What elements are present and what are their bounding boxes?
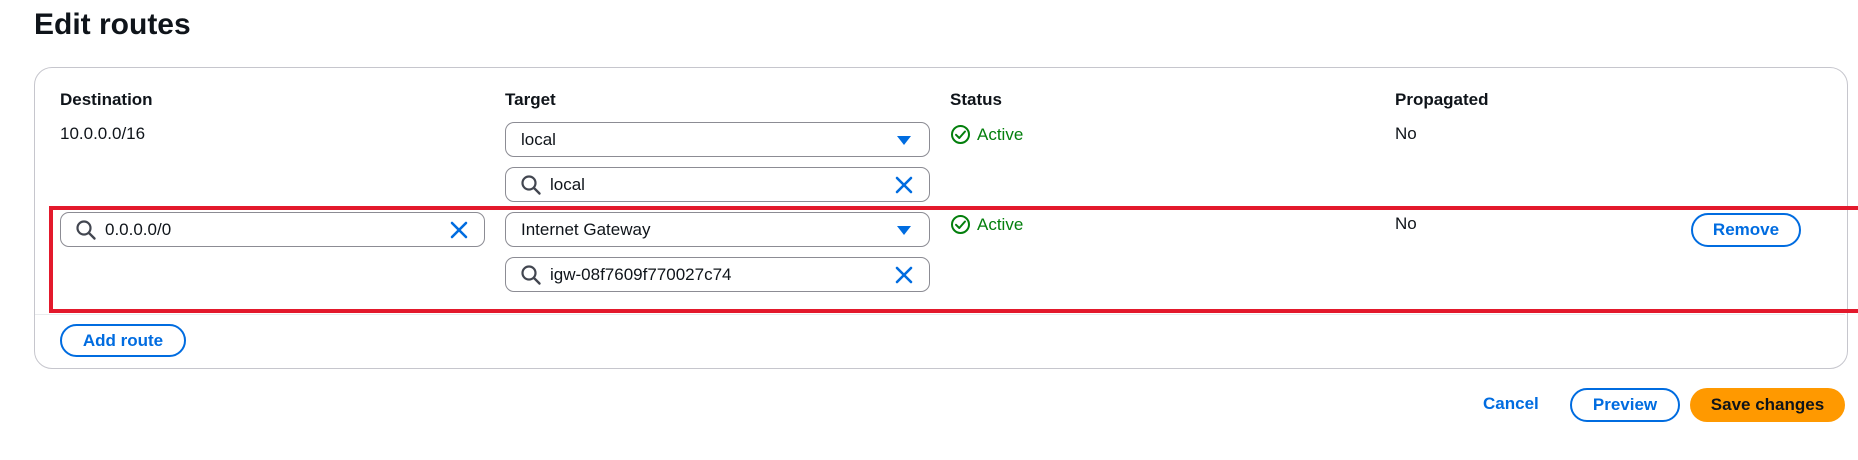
close-icon[interactable] [448,219,470,241]
page-title: Edit routes [34,8,191,41]
add-route-button[interactable]: Add route [60,324,186,357]
row-divider [35,314,1845,315]
header-destination: Destination [60,90,153,109]
destination-search-input[interactable]: 0.0.0.0/0 [60,212,485,247]
target-type-select[interactable]: local [505,122,930,157]
status-indicator: Active [950,124,1023,145]
header-status: Status [950,90,1002,109]
caret-down-icon [897,135,911,145]
target-type-value: local [521,129,556,149]
search-icon [521,174,541,195]
header-propagated: Propagated [1395,90,1489,109]
search-icon [521,264,541,285]
close-icon[interactable] [893,174,915,196]
check-circle-icon [951,125,970,144]
destination-value: 0.0.0.0/0 [105,219,172,239]
save-changes-button[interactable]: Save changes [1690,388,1845,422]
remove-button[interactable]: Remove [1691,213,1801,247]
destination-text: 10.0.0.0/16 [60,124,146,143]
header-target: Target [505,90,556,109]
search-icon [76,219,96,240]
preview-button[interactable]: Preview [1570,388,1680,422]
target-search-value: local [550,174,585,194]
target-search-input[interactable]: igw-08f7609f770027c74 [505,257,930,292]
propagated-text: No [1395,124,1417,143]
cancel-button[interactable]: Cancel [1483,394,1539,414]
close-icon[interactable] [893,264,915,286]
status-indicator: Active [950,214,1023,235]
target-type-value: Internet Gateway [521,219,651,239]
propagated-text: No [1395,214,1417,233]
status-text: Active [977,124,1024,144]
check-circle-icon [951,215,970,234]
target-search-input[interactable]: local [505,167,930,202]
target-search-value: igw-08f7609f770027c74 [550,264,732,284]
target-type-select[interactable]: Internet Gateway [505,212,930,247]
caret-down-icon [897,225,911,235]
status-text: Active [977,214,1024,234]
